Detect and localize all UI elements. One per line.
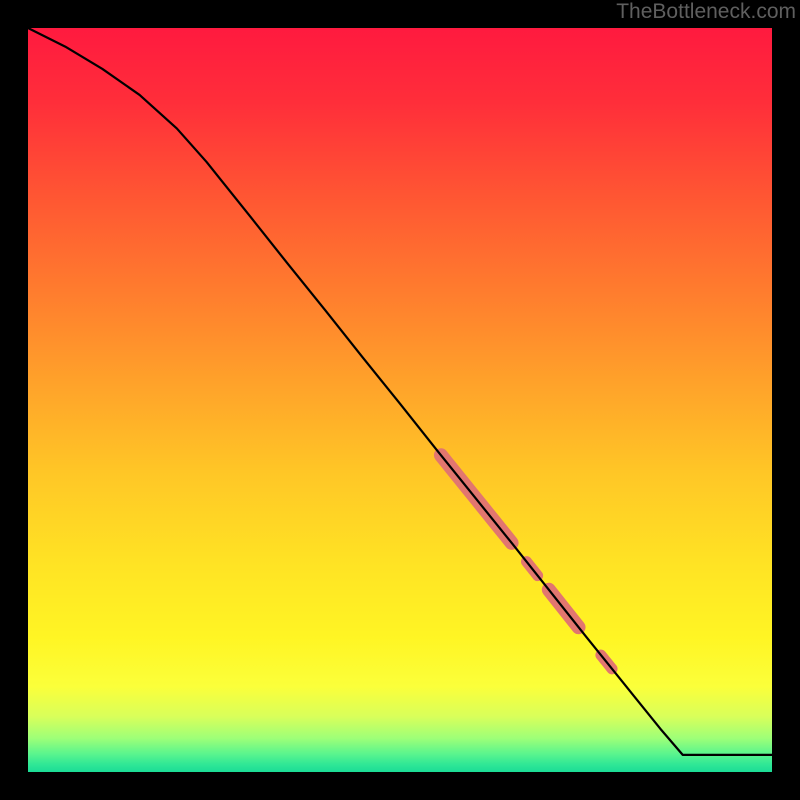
chart-frame: TheBottleneck.com <box>0 0 800 800</box>
bottleneck-curve <box>28 28 772 755</box>
plot-area <box>28 28 772 772</box>
curve-layer <box>28 28 772 772</box>
watermark-text: TheBottleneck.com <box>616 0 796 24</box>
